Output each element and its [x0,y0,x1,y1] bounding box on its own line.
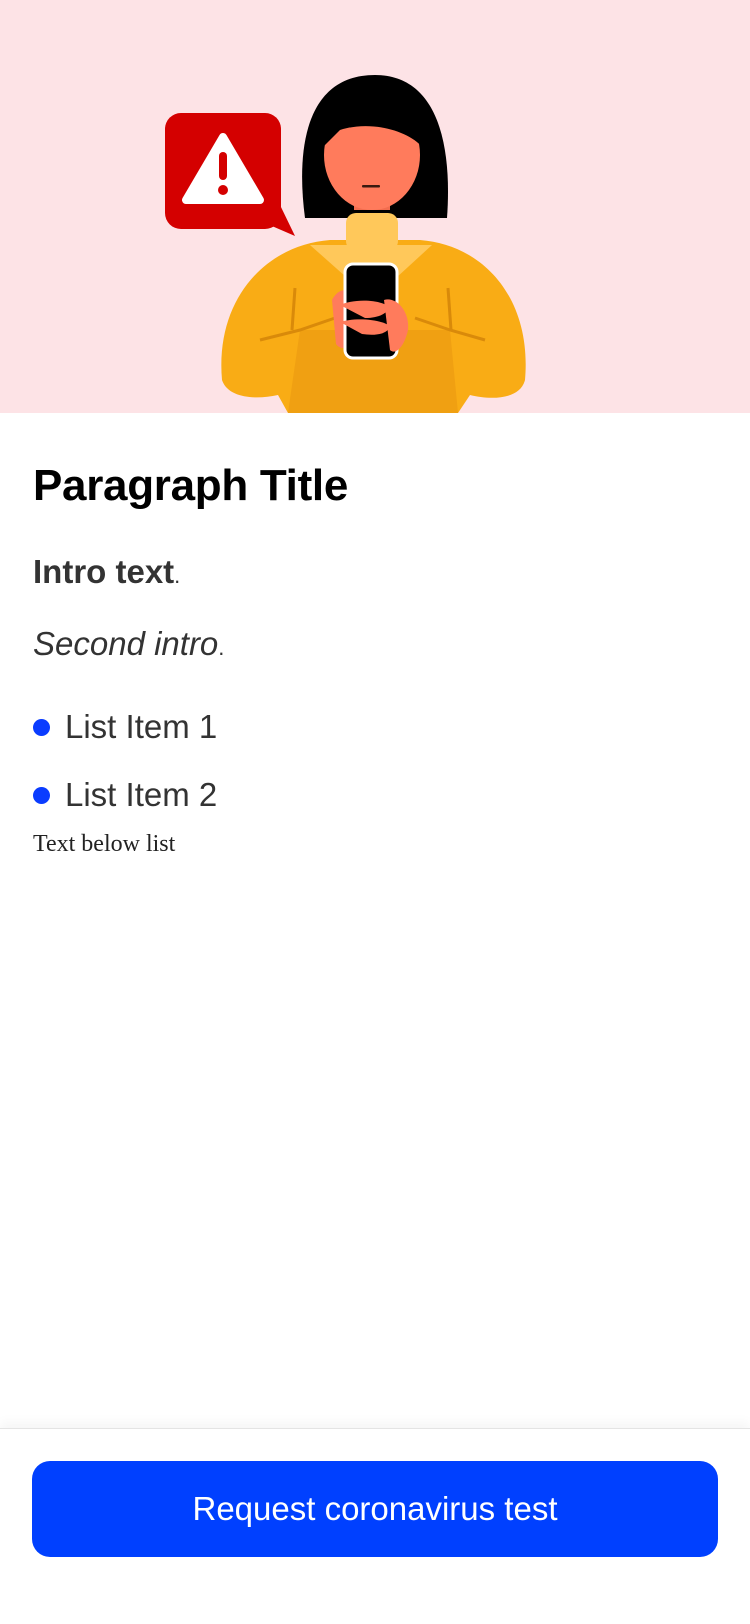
bullet-dot-icon [33,786,50,804]
intro-text: Intro text. [33,553,180,591]
page-title: Paragraph Title [33,461,349,510]
list-item: List Item 2 [33,761,217,829]
bullet-dot-icon [33,718,50,736]
hero-banner [0,0,750,413]
screen: Paragraph Title Intro text. Second intro… [0,0,750,1624]
bullet-list: List Item 1 List Item 2 [33,693,217,829]
hero-illustration [165,75,526,413]
second-intro-italic: Second intro [33,625,219,662]
warning-icon [165,113,295,236]
list-item-label: List Item 1 [65,708,218,745]
footer-bar: Request coronavirus test [0,1428,750,1624]
intro-suffix: . [174,563,181,588]
list-item-label: List Item 2 [65,776,218,813]
list-item: List Item 1 [33,693,217,761]
request-test-button[interactable]: Request coronavirus test [32,1461,718,1557]
second-intro-suffix: . [218,635,225,660]
text-below-list: Text below list [33,831,176,857]
second-intro-text: Second intro. [33,625,224,663]
intro-bold-text: Intro text [33,553,175,590]
